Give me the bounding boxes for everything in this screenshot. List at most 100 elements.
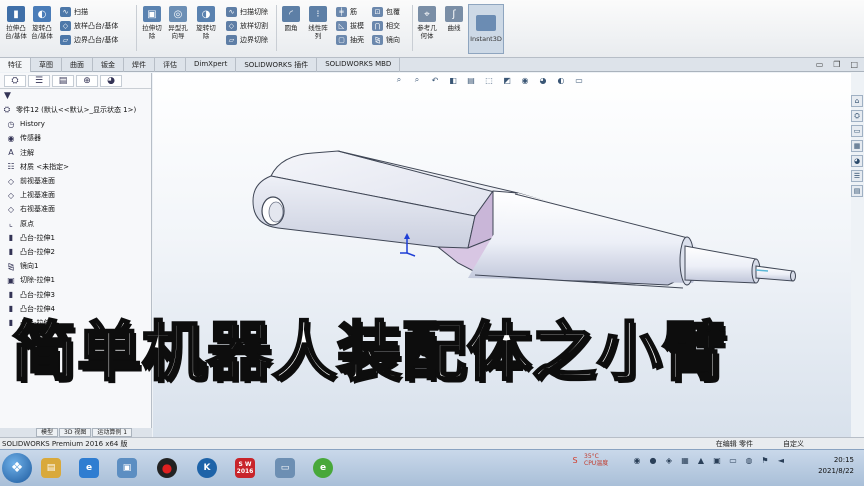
tree-item-right-plane[interactable]: ◇ 右视基准面 — [0, 202, 151, 216]
tab-mbd[interactable]: SOLIDWORKS MBD — [317, 58, 401, 72]
boundary-boss-button[interactable]: ▱ 边界凸台/基体 — [60, 34, 118, 45]
tree-item-sensors[interactable]: ◉ 传感器 — [0, 131, 151, 145]
tray-update-icon[interactable]: ▲ — [696, 455, 706, 465]
reference-geometry-button[interactable]: ⌖ 参考几 何体 — [412, 6, 442, 40]
tab-evaluate[interactable]: 评估 — [155, 58, 186, 72]
material-icon: ☷ — [7, 162, 15, 172]
mirror-label: 镜向 — [386, 35, 400, 44]
tray-security-icon[interactable]: ◈ — [664, 455, 674, 465]
forum-icon[interactable]: ▤ — [851, 185, 863, 197]
property-manager-tab-icon[interactable]: ☰ — [28, 75, 50, 87]
display-manager-tab-icon[interactable]: ◕ — [100, 75, 122, 87]
status-units[interactable]: 自定义 — [783, 439, 804, 449]
status-right: 在编辑 零件 自定义 — [716, 439, 804, 449]
taskbar-green-app[interactable]: e — [306, 453, 340, 483]
maximize-icon[interactable]: □ — [850, 60, 858, 69]
revolve-cut-button[interactable]: ◑ 旋转切 除 — [191, 6, 221, 40]
tree-item-material[interactable]: ☷ 材质 <未指定> — [0, 160, 151, 174]
taskbar-explorer[interactable]: ▤ — [34, 453, 68, 483]
tab-weldments[interactable]: 焊件 — [124, 58, 155, 72]
plane-icon: ◇ — [7, 204, 15, 214]
hole-wizard-button[interactable]: ◎ 异型孔 向导 — [163, 6, 193, 40]
lofted-cut-button[interactable]: ◇ 放样切割 — [226, 20, 268, 31]
tree-item-history[interactable]: ◷ History — [0, 117, 151, 131]
tab-sketch[interactable]: 草图 — [31, 58, 62, 72]
tree-item-cut-extrude-1[interactable]: ▣ 切除-拉伸1 — [0, 273, 151, 287]
loft-label: 放样凸台/基体 — [74, 21, 119, 30]
folder-icon: ▤ — [41, 458, 61, 478]
loft-button[interactable]: ◇ 放样凸台/基体 — [60, 20, 118, 31]
tree-item-top-plane[interactable]: ◇ 上视基准面 — [0, 188, 151, 202]
instant3d-button[interactable]: Instant3D — [468, 4, 504, 54]
boss-extrude-icon: ▮ — [8, 247, 14, 257]
windows-start-icon[interactable]: ❖ — [2, 453, 32, 483]
tab-model[interactable]: 模型 — [36, 428, 59, 437]
solidworks-resources-icon[interactable]: ⌂ — [851, 95, 863, 107]
boss-extrude-icon: ▮ — [8, 233, 14, 243]
appearances-icon[interactable]: ◕ — [851, 155, 863, 167]
mirror-button[interactable]: ⧎ 镜向 — [372, 34, 400, 45]
volume-icon[interactable]: ◄ — [776, 455, 786, 465]
draft-button[interactable]: ◺ 拔模 — [336, 20, 364, 31]
fillet-button[interactable]: ◜ 圆角 — [276, 6, 306, 32]
sensor-icon: ◉ — [7, 133, 15, 143]
configuration-manager-tab-icon[interactable]: ▤ — [52, 75, 74, 87]
boundary-cut-button[interactable]: ▱ 边界切除 — [226, 34, 268, 45]
taskbar-recorder[interactable]: ● — [150, 453, 184, 483]
revolve-boss-button[interactable]: ◐ 旋转凸 台/基体 — [27, 6, 57, 40]
taskbar-k-app[interactable]: K — [190, 453, 224, 483]
tab-motion-study[interactable]: 运动算例 1 — [92, 428, 133, 437]
minimize-icon[interactable]: ▭ — [816, 60, 824, 69]
tab-surfaces[interactable]: 曲面 — [62, 58, 93, 72]
draft-label: 拔模 — [350, 21, 364, 30]
tree-item-annotations[interactable]: A 注解 — [0, 146, 151, 160]
shell-button[interactable]: ▢ 抽壳 — [336, 34, 364, 45]
custom-properties-icon[interactable]: ☰ — [851, 170, 863, 182]
tree-item-label: 注解 — [20, 148, 34, 157]
tray-chat-icon[interactable]: ◍ — [744, 455, 754, 465]
tab-3d-views[interactable]: 3D 视图 — [59, 428, 92, 437]
sweep-label: 扫描 — [74, 7, 88, 16]
curves-button[interactable]: ʃ 曲线 — [439, 6, 469, 32]
tray-app-icon[interactable]: ◉ — [632, 455, 642, 465]
tray-monitor-icon[interactable]: ▣ — [712, 455, 722, 465]
design-library-icon[interactable]: ⛭ — [851, 110, 863, 122]
filter-icon[interactable]: ▼ — [4, 91, 11, 101]
taskbar-clock[interactable]: 20:15 2021/8/22 — [818, 455, 854, 477]
fillet-label: 圆角 — [284, 24, 298, 32]
swept-cut-button[interactable]: ∿ 扫描切除 — [226, 6, 268, 17]
tree-item-origin[interactable]: ⌞ 原点 — [0, 217, 151, 231]
sogou-icon[interactable]: S — [570, 455, 580, 465]
taskbar-window[interactable]: ▭ — [268, 453, 302, 483]
intersect-button[interactable]: ⋂ 相交 — [372, 20, 400, 31]
clock-date: 2021/8/22 — [818, 467, 854, 475]
rib-button[interactable]: ╪ 筋 — [336, 6, 364, 17]
view-palette-icon[interactable]: ▦ — [851, 140, 863, 152]
tree-item-boss-extrude-3[interactable]: ▮ 凸台-拉伸3 — [0, 287, 151, 301]
flag-icon[interactable]: ⚑ — [760, 455, 770, 465]
tray-display-icon[interactable]: ▭ — [728, 455, 738, 465]
taskbar-ie[interactable]: e — [72, 453, 106, 483]
tab-dimxpert[interactable]: DimXpert — [186, 58, 237, 72]
tray-record-icon[interactable]: ● — [648, 455, 658, 465]
wrap-button[interactable]: ⊡ 包覆 — [372, 6, 400, 17]
small-pin-tip — [755, 269, 769, 272]
feature-manager-tab-icon[interactable]: ⛭ — [4, 75, 26, 87]
tree-item-boss-extrude-2[interactable]: ▮ 凸台-拉伸2 — [0, 245, 151, 259]
tab-features[interactable]: 特征 — [0, 58, 31, 72]
tree-item-boss-extrude-1[interactable]: ▮ 凸台-拉伸1 — [0, 231, 151, 245]
tab-sheet-metal[interactable]: 钣金 — [93, 58, 124, 72]
tab-addins[interactable]: SOLIDWORKS 插件 — [236, 58, 318, 72]
tree-item-mirror-1[interactable]: ⧎ 镜向1 — [0, 259, 151, 273]
taskbar-remote[interactable]: ▣ — [110, 453, 144, 483]
tree-item-front-plane[interactable]: ◇ 前视基准面 — [0, 174, 151, 188]
tree-item-label: 凸台-拉伸1 — [20, 233, 55, 242]
tray-network-icon[interactable]: ▦ — [680, 455, 690, 465]
restore-icon[interactable]: ❐ — [833, 60, 840, 69]
dimxpert-manager-tab-icon[interactable]: ⊕ — [76, 75, 98, 87]
linear-pattern-button[interactable]: ⁝ 线性阵 列 — [303, 6, 333, 40]
tree-root-part[interactable]: ⛭ 零件12 (默认<<默认>_显示状态 1>) — [0, 103, 151, 117]
file-explorer-icon[interactable]: ▭ — [851, 125, 863, 137]
sweep-button[interactable]: ∿ 扫描 — [60, 6, 118, 17]
taskbar-solidworks[interactable]: S W 2016 — [228, 453, 262, 483]
